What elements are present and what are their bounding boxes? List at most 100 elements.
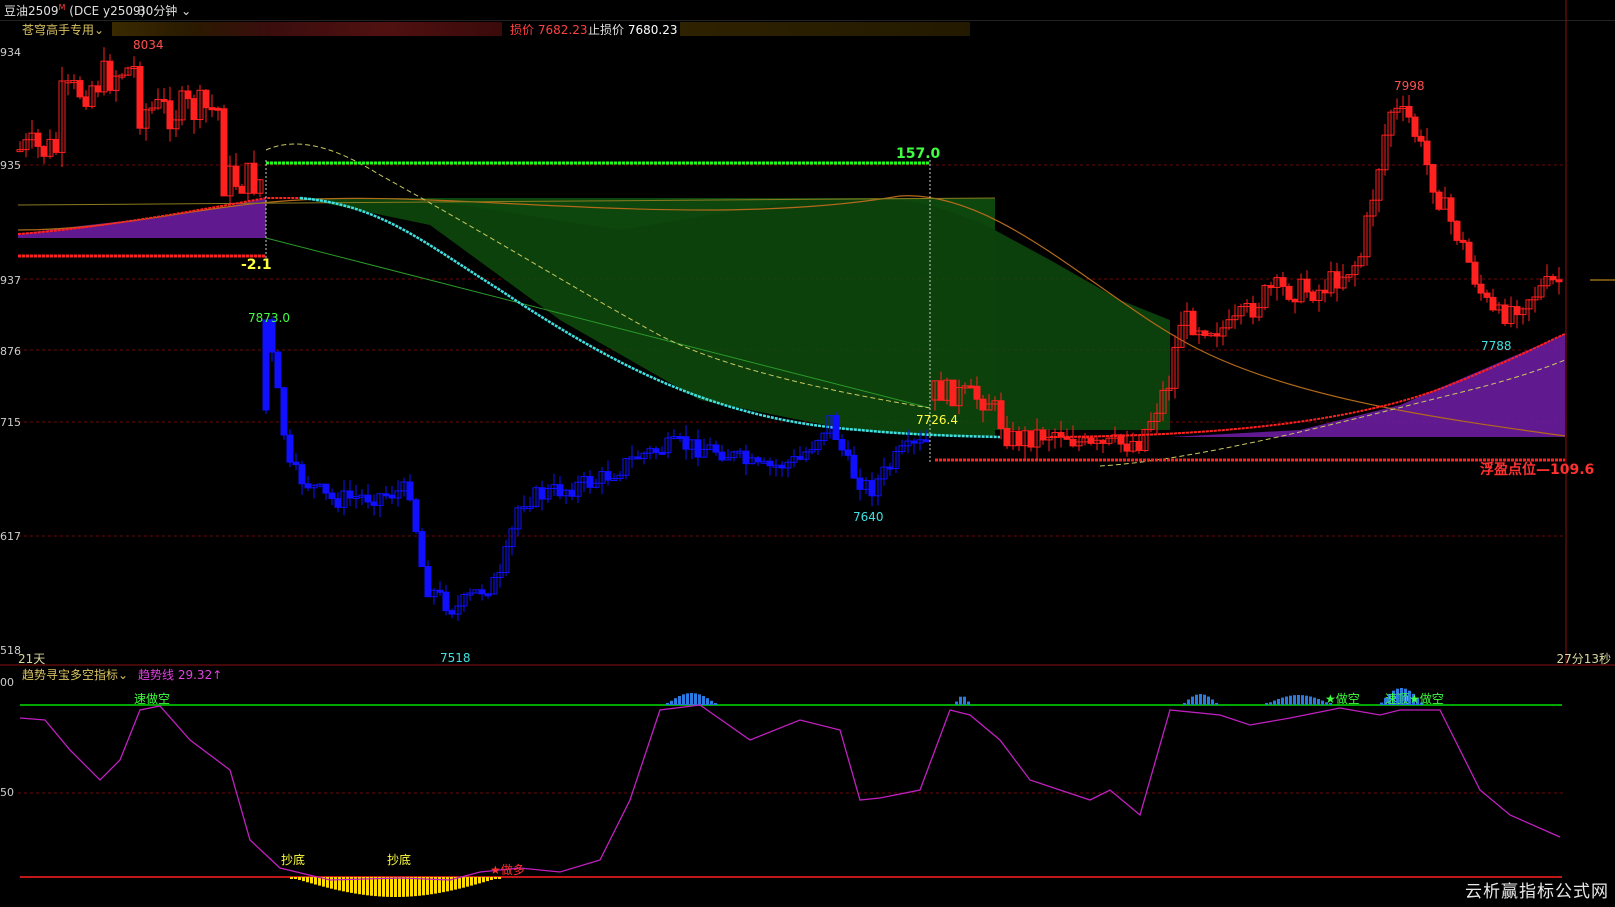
- candle-body: [742, 450, 750, 465]
- candle-body: [1321, 289, 1329, 294]
- candle-body: [1309, 291, 1317, 302]
- blue-high-label: 7873.0: [248, 311, 290, 325]
- candle-body: [556, 484, 564, 497]
- histogram-bar: [298, 877, 301, 880]
- candle-body: [754, 457, 762, 463]
- candle-body: [208, 107, 216, 111]
- candle-body: [1513, 306, 1521, 316]
- histogram-bar: [1317, 698, 1320, 705]
- histogram-bar: [1289, 695, 1292, 705]
- trend-label: 趋势线: [138, 668, 175, 682]
- candle-body: [442, 591, 450, 612]
- float-profit-label: 浮盈点位—109.6: [1480, 462, 1595, 478]
- signal-prefix: 速顶: [1385, 692, 1410, 706]
- candle-body: [1549, 276, 1557, 281]
- histogram-bar: [714, 703, 717, 705]
- candle-body: [40, 145, 48, 157]
- histogram-bar: [666, 703, 669, 705]
- y-label: 937: [0, 274, 21, 287]
- histogram-bar: [394, 877, 397, 897]
- candle-body: [424, 566, 432, 598]
- candle-body: [328, 492, 336, 500]
- histogram-bar: [486, 877, 489, 882]
- candle-body: [856, 477, 864, 490]
- histogram-bar: [670, 700, 673, 705]
- histogram-bar: [706, 698, 709, 705]
- candle-body: [1483, 292, 1491, 298]
- candle-body: [418, 531, 426, 568]
- histogram-bar: [338, 877, 341, 891]
- candle-body: [1117, 434, 1125, 445]
- candle-body: [382, 493, 390, 497]
- candle-body: [478, 589, 486, 595]
- candle-body: [1087, 437, 1095, 444]
- candle-body: [886, 466, 894, 470]
- candle-body: [676, 436, 684, 440]
- histogram-bar: [314, 877, 317, 885]
- histogram-bar: [1207, 696, 1210, 705]
- candle-body: [34, 132, 42, 147]
- candle-body: [166, 100, 174, 130]
- histogram-bar: [1285, 696, 1288, 705]
- trend-value: 29.32↑: [177, 668, 223, 682]
- sub-histogram: [290, 688, 1423, 897]
- candle-body: [1291, 298, 1299, 303]
- histogram-bar: [955, 701, 958, 705]
- candle-body: [190, 98, 198, 120]
- high-left-label: 8034: [133, 38, 164, 52]
- signal-short: ★做空: [1325, 692, 1360, 706]
- histogram-bar: [1321, 700, 1324, 705]
- histogram-bar: [1265, 703, 1268, 705]
- histogram-bar: [1203, 694, 1206, 705]
- candle-body: [184, 90, 192, 100]
- histogram-bar: [446, 877, 449, 892]
- candle-body: [937, 380, 945, 401]
- sub-y-label: 00: [0, 676, 14, 689]
- candle-body: [1189, 310, 1197, 336]
- candle-body: [1099, 439, 1107, 444]
- candle-body: [286, 434, 294, 463]
- price-chart[interactable]: [0, 0, 1615, 907]
- candle-body: [922, 439, 930, 443]
- level-label: 7726.4: [916, 413, 958, 427]
- watermark: 云析赢指标公式网: [1465, 882, 1609, 902]
- histogram-bar: [686, 693, 689, 705]
- candle-body: [1429, 164, 1437, 193]
- sub-indicator-select[interactable]: 趋势寻宝多空指标⌄: [22, 666, 128, 683]
- candle-body: [76, 80, 84, 98]
- candle-body: [304, 483, 312, 489]
- histogram-bar: [963, 696, 966, 705]
- histogram-bar: [390, 877, 393, 897]
- candle-body: [1279, 277, 1287, 287]
- candle-body: [484, 593, 492, 597]
- days-label: 21天: [18, 652, 46, 666]
- candle-body: [796, 456, 804, 460]
- candle-body: [997, 400, 1005, 429]
- histogram-bar: [1277, 698, 1280, 705]
- candle-body: [1003, 427, 1011, 447]
- histogram-bar: [678, 696, 681, 705]
- histogram-bar: [674, 698, 677, 705]
- histogram-bar: [698, 694, 701, 705]
- candle-body: [712, 444, 720, 453]
- signal-text: ★做空: [1409, 692, 1444, 706]
- candle-body: [364, 494, 372, 503]
- histogram-bar: [290, 877, 293, 879]
- candle-body: [1057, 432, 1065, 438]
- histogram-bar: [1313, 697, 1316, 705]
- histogram-bar: [458, 877, 461, 889]
- histogram-bar: [478, 877, 481, 884]
- candle-body: [586, 475, 594, 488]
- candle-body: [334, 498, 342, 508]
- y-label: 935: [0, 159, 21, 172]
- histogram-bar: [302, 877, 305, 882]
- histogram-bar: [1191, 696, 1194, 705]
- candle-body: [844, 449, 852, 456]
- candle-body: [136, 65, 144, 129]
- signal-bottom: 抄底: [387, 853, 412, 867]
- candle-body: [1405, 105, 1413, 118]
- histogram-bar: [330, 877, 333, 889]
- candle-body: [406, 481, 414, 501]
- histogram-bar: [1211, 699, 1214, 705]
- candle-body: [634, 456, 642, 460]
